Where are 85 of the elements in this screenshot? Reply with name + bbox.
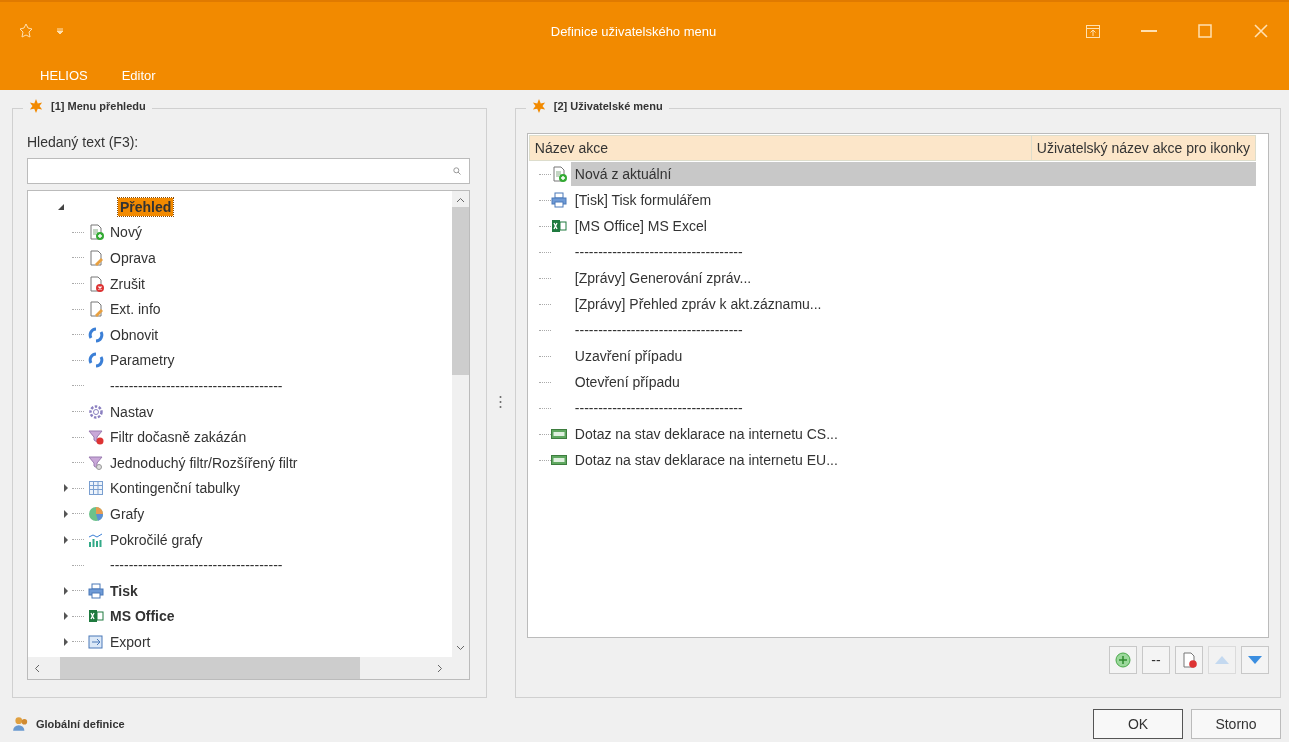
scroll-up-icon[interactable] (455, 197, 465, 203)
table-row[interactable]: ------------------------------------ (570, 240, 1256, 264)
tree-item[interactable]: Nový (108, 223, 144, 242)
table-row[interactable]: Otevření případu (570, 370, 1256, 394)
tree-item[interactable]: Filtr dočasně zakázán (108, 428, 249, 447)
tree-item[interactable]: Kontingenční tabulky (108, 479, 242, 498)
table-row[interactable]: [Zprávy] Generování zpráv... (570, 266, 1256, 290)
document-plus-icon (550, 166, 567, 182)
users-icon (12, 715, 30, 733)
refresh-icon (88, 352, 104, 369)
table-row[interactable]: [Zprávy] Přehled zpráv k akt.záznamu... (570, 292, 1256, 316)
expand-arrow-icon[interactable] (64, 509, 68, 518)
scrollbar-thumb[interactable] (451, 207, 469, 375)
spreadsheet-icon (88, 608, 104, 625)
document-pencil-icon (88, 301, 104, 318)
printer-icon (550, 192, 567, 208)
expand-arrow-icon[interactable] (64, 637, 68, 646)
search-label: Hledaný text (F3): (27, 134, 139, 150)
scroll-left-icon[interactable] (34, 663, 40, 673)
tree-item[interactable]: Ext. info (108, 300, 163, 319)
separator-item[interactable]: ------------------------------------- (108, 559, 285, 572)
export-icon (88, 633, 104, 650)
dialog-button[interactable]: OK (1093, 709, 1183, 739)
expand-arrow-icon[interactable] (64, 612, 68, 621)
tree-item[interactable]: Export (108, 632, 153, 651)
expand-arrow-icon[interactable] (64, 586, 68, 595)
tree-item[interactable]: MS Office (108, 607, 177, 626)
tree-item[interactable]: Přehled (118, 197, 174, 216)
table-row[interactable]: Uzavření případu (570, 344, 1256, 368)
search-icon[interactable] (452, 167, 461, 175)
html-file-icon (550, 426, 567, 442)
search-field[interactable] (27, 158, 470, 184)
scrollbar-thumb[interactable] (60, 657, 360, 679)
group-legend: [2] Uživatelské menu (553, 100, 663, 112)
separator-item[interactable]: ------------------------------------- (108, 379, 285, 392)
html-file-icon (550, 452, 567, 468)
star-icon (29, 99, 43, 113)
tree-item[interactable]: Tisk (108, 581, 140, 600)
spreadsheet-icon (550, 218, 567, 234)
tree-item[interactable]: Jednoduchý filtr/Rozšířený filtr (108, 453, 300, 472)
scroll-down-icon[interactable] (455, 645, 465, 651)
star-logo-icon[interactable] (18, 23, 34, 39)
tree-item[interactable]: Pokročilé grafy (108, 530, 205, 549)
add-icon (1115, 652, 1131, 668)
tree-item[interactable]: Grafy (108, 504, 147, 523)
tree-item[interactable]: Obnovit (108, 325, 161, 344)
table-row[interactable]: Nová z aktuální (570, 162, 1256, 186)
table-row[interactable]: [MS Office] MS Excel (570, 214, 1256, 238)
separator-button[interactable]: -- (1142, 646, 1170, 674)
refresh-icon (88, 326, 104, 343)
document-delete-icon (88, 275, 104, 292)
tree-item[interactable]: Zrušit (108, 274, 147, 293)
expand-arrow-icon[interactable] (64, 535, 68, 544)
column-header[interactable]: Název akce (529, 136, 1032, 160)
document-delete-button[interactable] (1175, 646, 1203, 674)
tree-item[interactable]: Parametry (108, 351, 177, 370)
arrow-down-button[interactable] (1241, 646, 1269, 674)
pie-chart-icon (88, 505, 104, 522)
global-definition-label: Globální definice (36, 718, 125, 730)
splitter-grip-icon[interactable] (499, 395, 503, 409)
group-legend: [1] Menu přehledu (51, 100, 146, 112)
table-row[interactable]: [Tisk] Tisk formulářem (570, 188, 1256, 212)
printer-icon (88, 582, 104, 599)
tree-item[interactable]: Oprava (108, 249, 158, 267)
scroll-right-icon[interactable] (436, 663, 443, 673)
star-icon (531, 99, 546, 113)
add-button[interactable] (1109, 646, 1137, 674)
table-row[interactable]: Dotaz na stav deklarace na internetu EU... (570, 448, 1256, 472)
expand-arrow-icon[interactable] (58, 203, 64, 210)
tree-item[interactable]: Nastav (108, 402, 156, 421)
filter-icon (88, 454, 104, 471)
table-icon (88, 480, 104, 497)
table-row[interactable]: ------------------------------------ (570, 396, 1256, 420)
table-row[interactable]: ------------------------------------ (570, 318, 1256, 342)
document-delete-icon (1181, 652, 1197, 668)
dialog-button[interactable]: Storno (1191, 709, 1281, 739)
document-pencil-icon (88, 250, 104, 266)
bar-chart-icon (88, 531, 104, 548)
expand-arrow-icon[interactable] (64, 484, 68, 493)
document-plus-icon (88, 224, 104, 241)
filter-delete-icon (88, 429, 104, 446)
table-row[interactable]: Dotaz na stav deklarace na internetu CS... (570, 422, 1256, 446)
gear-icon (88, 403, 104, 420)
column-header[interactable]: Uživatelský název akce pro ikonky (1031, 136, 1255, 160)
window-title: Definice uživatelského menu (549, 23, 718, 39)
